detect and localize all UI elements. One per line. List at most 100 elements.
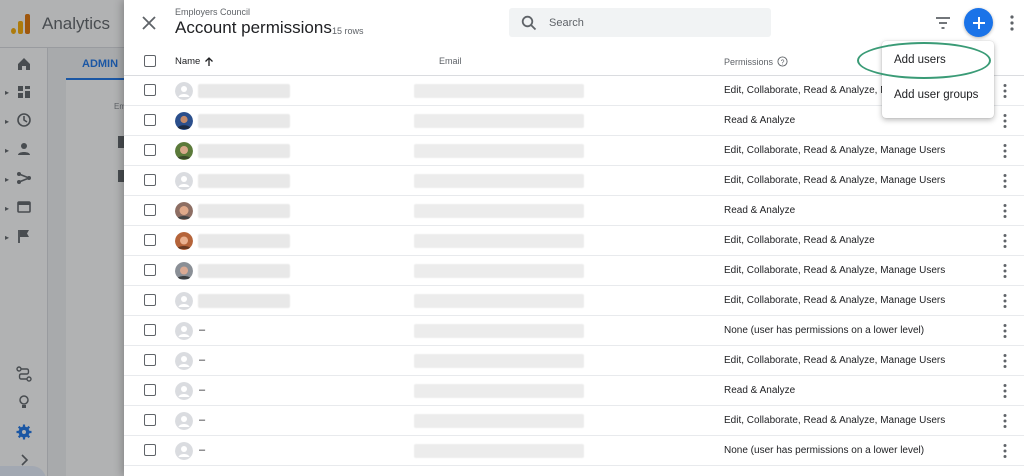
avatar xyxy=(175,322,193,340)
user-permissions: Edit, Collaborate, Read & Analyze, Manag… xyxy=(724,295,946,306)
user-permissions: Edit, Collaborate, Read & Analyze, Manag… xyxy=(724,265,946,276)
user-permissions: Edit, Collaborate, Read & Analyze, Manag… xyxy=(724,415,946,426)
table-row[interactable]: – Read & Analyze xyxy=(124,376,1024,406)
svg-text:?: ? xyxy=(781,59,785,66)
close-icon xyxy=(142,16,156,30)
user-permissions: Read & Analyze xyxy=(724,115,796,126)
user-email-redacted xyxy=(414,114,584,128)
user-name-redacted xyxy=(198,204,290,218)
plus-icon xyxy=(972,16,985,29)
row-checkbox[interactable] xyxy=(144,84,156,96)
user-email-redacted xyxy=(414,234,584,248)
user-name-redacted xyxy=(198,174,290,188)
table-row[interactable]: Read & Analyze xyxy=(124,196,1024,226)
avatar xyxy=(175,142,193,160)
user-name-redacted xyxy=(198,234,290,248)
row-checkbox[interactable] xyxy=(144,294,156,306)
user-email-redacted xyxy=(414,204,584,218)
user-email-redacted xyxy=(414,324,584,338)
row-more-vert-icon[interactable] xyxy=(1000,383,1010,399)
row-more-vert-icon[interactable] xyxy=(1000,293,1010,309)
row-checkbox[interactable] xyxy=(144,354,156,366)
row-more-vert-icon[interactable] xyxy=(1000,113,1010,129)
row-more-vert-icon[interactable] xyxy=(1000,83,1010,99)
table-row[interactable]: Edit, Collaborate, Read & Analyze xyxy=(124,226,1024,256)
table-row[interactable]: – None (user has permissions on a lower l… xyxy=(124,316,1024,346)
add-users-menu-item[interactable]: Add users xyxy=(894,54,946,66)
add-menu: Add users Add user groups xyxy=(882,41,994,118)
more-vert-icon[interactable] xyxy=(1006,14,1018,32)
add-user-groups-menu-item[interactable]: Add user groups xyxy=(894,89,978,101)
row-checkbox[interactable] xyxy=(144,204,156,216)
table-row[interactable]: – Edit, Collaborate, Read & Analyze, Mana… xyxy=(124,346,1024,376)
row-more-vert-icon[interactable] xyxy=(1000,263,1010,279)
user-email-redacted xyxy=(414,144,584,158)
row-checkbox[interactable] xyxy=(144,264,156,276)
row-checkbox[interactable] xyxy=(144,114,156,126)
user-email-redacted xyxy=(414,444,584,458)
row-more-vert-icon[interactable] xyxy=(1000,443,1010,459)
select-all-checkbox[interactable] xyxy=(144,55,156,67)
column-name-label: Name xyxy=(175,56,201,67)
user-name-redacted xyxy=(198,84,290,98)
table-row[interactable]: – Edit, Collaborate, Read & Analyze, Mana… xyxy=(124,406,1024,436)
row-more-vert-icon[interactable] xyxy=(1000,203,1010,219)
user-permissions: None (user has permissions on a lower le… xyxy=(724,445,925,456)
column-permissions-label: Permissions xyxy=(724,56,774,67)
user-name-redacted xyxy=(198,294,290,308)
row-more-vert-icon[interactable] xyxy=(1000,323,1010,339)
column-header-permissions[interactable]: Permissions ? xyxy=(724,56,788,67)
table-row[interactable]: Edit, Collaborate, Read & Analyze, Manag… xyxy=(124,166,1024,196)
user-email-redacted xyxy=(414,264,584,278)
user-email-redacted xyxy=(414,294,584,308)
table-row[interactable]: Edit, Collaborate, Read & Analyze, Manag… xyxy=(124,286,1024,316)
row-checkbox[interactable] xyxy=(144,384,156,396)
column-header-name[interactable]: Name xyxy=(175,56,214,67)
avatar xyxy=(175,112,193,130)
user-email-redacted xyxy=(414,84,584,98)
user-name: – xyxy=(199,444,206,456)
row-more-vert-icon[interactable] xyxy=(1000,353,1010,369)
user-name-redacted xyxy=(198,114,290,128)
row-more-vert-icon[interactable] xyxy=(1000,173,1010,189)
close-button[interactable] xyxy=(138,12,160,34)
user-name: – xyxy=(199,354,206,366)
table-row[interactable]: Edit, Collaborate, Read & Analyze, Manag… xyxy=(124,136,1024,166)
avatar xyxy=(175,202,193,220)
page-title: Account permissions xyxy=(175,18,332,37)
avatar xyxy=(175,382,193,400)
row-checkbox[interactable] xyxy=(144,234,156,246)
row-checkbox[interactable] xyxy=(144,174,156,186)
row-more-vert-icon[interactable] xyxy=(1000,143,1010,159)
avatar xyxy=(175,292,193,310)
user-name: – xyxy=(199,324,206,336)
row-more-vert-icon[interactable] xyxy=(1000,413,1010,429)
user-email-redacted xyxy=(414,174,584,188)
avatar xyxy=(175,82,193,100)
user-permissions: Edit, Collaborate, Read & Analyze, Manag… xyxy=(724,355,946,366)
row-checkbox[interactable] xyxy=(144,144,156,156)
user-name-redacted xyxy=(198,144,290,158)
column-header-email[interactable]: Email xyxy=(439,56,462,66)
user-permissions: None (user has permissions on a lower le… xyxy=(724,325,925,336)
table-row[interactable]: Edit, Collaborate, Read & Analyze, Manag… xyxy=(124,256,1024,286)
user-name: – xyxy=(199,414,206,426)
avatar xyxy=(175,352,193,370)
table-row[interactable]: – None (user has permissions on a lower l… xyxy=(124,436,1024,466)
avatar xyxy=(175,172,193,190)
sort-arrow-up-icon xyxy=(205,56,214,66)
row-checkbox[interactable] xyxy=(144,414,156,426)
user-name-redacted xyxy=(198,264,290,278)
row-checkbox[interactable] xyxy=(144,444,156,456)
row-checkbox[interactable] xyxy=(144,324,156,336)
row-more-vert-icon[interactable] xyxy=(1000,233,1010,249)
search-box[interactable] xyxy=(509,8,771,37)
add-button[interactable] xyxy=(964,8,993,37)
user-email-redacted xyxy=(414,384,584,398)
search-input[interactable] xyxy=(549,16,749,29)
breadcrumb: Employers Council xyxy=(175,7,251,17)
user-email-redacted xyxy=(414,414,584,428)
help-icon[interactable]: ? xyxy=(777,56,788,67)
row-count: 15 rows xyxy=(332,26,364,36)
filter-icon[interactable] xyxy=(934,14,952,32)
